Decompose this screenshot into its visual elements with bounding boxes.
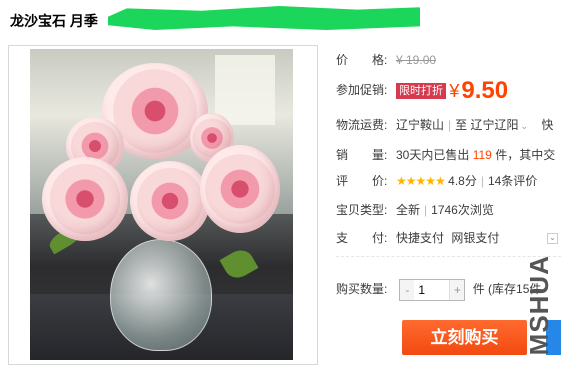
shipping-from: 辽宁鞍山 bbox=[396, 118, 445, 132]
buy-now-button[interactable]: 立刻购买 bbox=[402, 320, 527, 355]
sales-prefix: 30天内已售出 bbox=[396, 148, 470, 162]
currency-symbol: ¥ bbox=[449, 80, 460, 101]
payment-row: 支 付: 快捷支付 网银支付 bbox=[336, 228, 499, 248]
shipping-row: 物流运费: 辽宁鞍山 | 至 辽宁辽阳 ⌄ 快 bbox=[336, 115, 553, 135]
leaf bbox=[219, 245, 259, 283]
quantity-input[interactable] bbox=[414, 279, 449, 300]
rating-score: 4.8分 bbox=[448, 174, 477, 188]
shipping-label: 物流运费: bbox=[336, 118, 388, 132]
price-row: 价 格: ¥ 19.00 bbox=[336, 50, 436, 70]
promo-badge: 限时打折 bbox=[396, 82, 446, 99]
rose bbox=[200, 145, 280, 233]
view-count: 1746次浏览 bbox=[431, 203, 494, 217]
quantity-stepper[interactable]: - + bbox=[399, 278, 466, 301]
sales-count: 119 bbox=[472, 148, 492, 162]
rating-row: 评 价: ★★★★★ 4.8分 | 14条评价 bbox=[336, 171, 537, 191]
quantity-row: 购买数量: - + 件 (库存15件 bbox=[336, 278, 541, 301]
type-row: 宝贝类型: 全新 | 1746次浏览 bbox=[336, 200, 494, 220]
product-photo bbox=[30, 49, 293, 360]
chevron-down-icon[interactable]: ⌄ bbox=[521, 121, 529, 131]
expand-icon[interactable]: ⌄ bbox=[547, 233, 558, 244]
watermark: MSHUA bbox=[524, 255, 554, 356]
sales-row: 销 量: 30天内已售出 119 件，其中交 bbox=[336, 145, 555, 165]
quantity-label: 购买数量: bbox=[336, 282, 388, 296]
payment-label: 支 付: bbox=[336, 231, 388, 245]
review-count[interactable]: 14条评价 bbox=[488, 174, 537, 188]
original-price: ¥ 19.00 bbox=[396, 53, 437, 67]
rating-divider: | bbox=[480, 174, 484, 188]
shipping-to-prefix: 至 bbox=[455, 118, 468, 132]
photo-window bbox=[215, 55, 275, 125]
glass-vase bbox=[110, 239, 212, 351]
promo-price: 9.50 bbox=[461, 76, 509, 104]
price-label: 价 格: bbox=[336, 53, 388, 67]
payment-quick: 快捷支付 bbox=[396, 231, 445, 245]
rose bbox=[42, 157, 128, 241]
product-title: 龙沙宝石 月季 bbox=[10, 13, 98, 29]
type-value: 全新 bbox=[396, 203, 421, 217]
type-divider: | bbox=[424, 203, 428, 217]
promo-row: 参加促销: 限时打折 ¥9.50 bbox=[336, 78, 508, 102]
shipping-rest: 快 bbox=[541, 118, 554, 132]
star-rating-icon: ★★★★★ bbox=[396, 174, 446, 188]
rose bbox=[130, 161, 210, 241]
shipping-destination[interactable]: 辽宁辽阳 bbox=[471, 118, 519, 132]
sales-suffix: 件，其中交 bbox=[495, 148, 556, 162]
quantity-minus-button[interactable]: - bbox=[400, 279, 416, 300]
rating-label: 评 价: bbox=[336, 174, 388, 188]
payment-bank: 网银支付 bbox=[451, 231, 500, 245]
product-image-frame[interactable] bbox=[8, 45, 318, 365]
sales-label: 销 量: bbox=[336, 148, 388, 162]
shipping-divider: | bbox=[448, 118, 452, 132]
promo-label: 参加促销: bbox=[336, 83, 388, 97]
quantity-plus-button[interactable]: + bbox=[449, 279, 465, 300]
type-label: 宝贝类型: bbox=[336, 203, 388, 217]
redaction-mark bbox=[108, 6, 420, 30]
